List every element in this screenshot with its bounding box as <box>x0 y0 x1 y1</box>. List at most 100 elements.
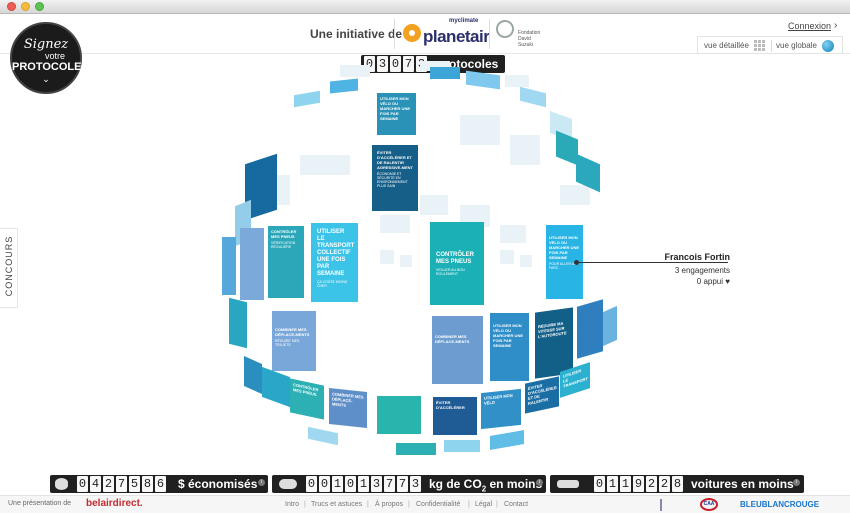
bleublancrouge-logo[interactable]: BLEUBLANCROUGE <box>740 500 819 509</box>
counter-digit: 7 <box>397 476 408 492</box>
protocol-tile[interactable]: UTILISER MON VÉLO OU MARCHER UNE FOIS PA… <box>490 313 529 381</box>
planetair-sun-icon <box>403 24 421 42</box>
planetair-wordmark: planetair <box>423 27 490 46</box>
view-divider <box>771 40 772 52</box>
tile-title: ÉVITER D'ACCÉLÉRER <box>436 400 465 410</box>
tile-subtitle: ÇA COÛTE MOINS CHER <box>317 280 348 288</box>
protocol-tile[interactable] <box>294 90 320 108</box>
cars-counter: 0 1 1 9 2 2 8 voitures en moins i <box>550 475 804 493</box>
cars-label: voitures en moins <box>691 477 794 491</box>
minimize-window-button[interactable] <box>21 2 30 11</box>
counter-digit: 7 <box>116 476 127 492</box>
protocol-tile[interactable]: COMBINER MES DÉPLACE-MENTS RÉDUIRE MES T… <box>272 311 316 371</box>
counter-digit: 1 <box>332 476 343 492</box>
tile-subtitle: VEILLER AU BON ROULEMENT <box>436 268 465 276</box>
ghost-tile <box>560 185 590 205</box>
protocol-tile[interactable]: RÉDUIRE MA VITESSE SUR L'AUTOROUTE <box>535 307 573 379</box>
ghost-tile <box>510 135 540 165</box>
callout-engagements: 3 engagements <box>674 266 730 275</box>
protocol-tile[interactable] <box>330 78 358 94</box>
partner-logo[interactable] <box>660 499 682 511</box>
protocol-tile[interactable]: ÉVITER D'ACCÉLÉRER <box>433 397 477 435</box>
ghost-tile <box>460 115 500 145</box>
counter-digit: 1 <box>620 476 631 492</box>
globe-icon[interactable] <box>822 40 834 52</box>
ghost-tile <box>300 155 350 175</box>
protocol-tile[interactable] <box>490 430 524 450</box>
tile-title: ÉVITER D'ACCÉLÉRER ET DE RALENTIR AGRESS… <box>377 150 414 170</box>
protocol-tile[interactable] <box>244 355 262 395</box>
protocol-tile[interactable] <box>396 443 436 455</box>
protocol-tile[interactable] <box>240 228 264 300</box>
ghost-tile <box>520 255 532 267</box>
counter-digit: 7 <box>384 476 395 492</box>
footer-link-trucs[interactable]: Trucs et astuces <box>311 501 362 508</box>
protocol-tile[interactable]: ÉVITER D'ACCÉLÉRER ET DE RALENTIR AGRESS… <box>372 145 418 211</box>
close-window-button[interactable] <box>7 2 16 11</box>
sign-protocol-badge[interactable]: Signez votre PROTOCOLE ⌄ <box>10 22 82 94</box>
footer-link-intro[interactable]: Intro <box>285 501 299 508</box>
tile-title: COMBINER MES DÉPLACE-MENTS <box>435 334 470 344</box>
view-detailed-link[interactable]: vue détaillée <box>704 41 749 50</box>
footer-link-confidentialite[interactable]: Confidentialité <box>416 501 460 508</box>
protocol-tile[interactable] <box>577 299 603 359</box>
protocol-tile[interactable] <box>229 297 247 349</box>
header-divider <box>394 19 395 49</box>
protocol-globe[interactable]: UTILISER MON VÉLO OU MARCHER UNE FOIS PA… <box>0 55 850 473</box>
protocol-tile[interactable] <box>222 237 236 295</box>
concours-tab[interactable]: CONCOURS <box>0 228 18 308</box>
grid-icon[interactable] <box>754 40 765 51</box>
protocol-tile[interactable] <box>466 70 500 90</box>
info-icon[interactable]: i <box>536 479 543 486</box>
co2-label: kg de CO2 en moins <box>429 477 542 493</box>
ghost-tile <box>420 195 448 215</box>
connexion-link[interactable]: Connexion <box>788 21 831 31</box>
protocol-tile[interactable]: UTILISER MON VÉLO <box>481 388 521 430</box>
header-divider <box>489 19 490 49</box>
ghost-tile <box>400 255 412 267</box>
protocol-tile[interactable]: COMBINER MES DÉPLACE-MENTS <box>432 316 483 384</box>
suzuki-foundation-logo[interactable]: Fondation David Suzuki <box>496 20 556 50</box>
protocol-tile[interactable] <box>308 426 338 446</box>
protocol-tile[interactable] <box>556 130 578 166</box>
protocol-tile[interactable]: ÉVITER D'ACCÉLÉRER ET DE RALENTIR <box>525 376 559 414</box>
protocol-tile[interactable] <box>603 305 617 347</box>
tile-subtitle: RÉDUIRE MES TRAJETS <box>275 339 300 347</box>
counter-digit: 0 <box>345 476 356 492</box>
callout-line <box>576 262 728 263</box>
protocol-tile[interactable] <box>377 396 421 434</box>
footer-link-contact[interactable]: Contact <box>504 501 528 508</box>
ghost-tile <box>500 225 526 243</box>
tile-title: UTILISER MON VÉLO OU MARCHER UNE FOIS PA… <box>549 235 579 260</box>
counter-digit: 6 <box>155 476 166 492</box>
footer-separator: | <box>468 501 470 508</box>
info-icon[interactable]: i <box>258 479 265 486</box>
protocol-tile[interactable] <box>520 86 546 108</box>
protocol-tile[interactable]: UTILISER MON VÉLO OU MARCHER UNE FOIS PA… <box>377 93 416 135</box>
info-icon[interactable]: i <box>793 479 800 486</box>
counter-digit: 5 <box>129 476 140 492</box>
protocol-tile[interactable]: CONTRÔLER MES PNEUS VEILLER AU BON ROULE… <box>430 222 484 305</box>
caa-logo[interactable]: CAA <box>700 498 718 511</box>
protocol-tile[interactable]: COMBINER MES DÉPLACE-MENTS <box>329 388 367 428</box>
counter-digit: 4 <box>90 476 101 492</box>
protocol-tile[interactable]: CONTRÔLER MES PNEUS <box>290 378 324 420</box>
tile-subtitle: VÉRIFICATION RÉGULIÈRE <box>271 241 296 249</box>
protocol-tile[interactable]: CONTRÔLER MES PNEUS VÉRIFICATION RÉGULIÈ… <box>268 226 304 298</box>
protocol-tile[interactable]: UTILISER LE TRANSPORT COLLECTIF UNE FOIS… <box>311 223 358 302</box>
money-saved-counter: 0 4 2 7 5 8 6 $ économisés i <box>50 475 268 493</box>
protocol-tile[interactable] <box>430 67 460 79</box>
callout-user-name[interactable]: Francois Fortin <box>640 252 730 262</box>
tile-title: UTILISER MON VÉLO <box>484 392 513 406</box>
belairdirect-logo[interactable]: belairdirect. <box>86 498 143 509</box>
view-global-link[interactable]: vue globale <box>776 41 817 50</box>
protocol-tile[interactable] <box>262 366 290 408</box>
footer-link-legal[interactable]: Légal <box>475 501 492 508</box>
footer-separator: | <box>496 501 498 508</box>
protocol-tile[interactable] <box>444 440 480 452</box>
footer-link-apropos[interactable]: À propos <box>375 501 403 508</box>
planetair-logo[interactable]: planetair myclimate <box>403 18 490 48</box>
counter-digit: 2 <box>646 476 657 492</box>
zoom-window-button[interactable] <box>35 2 44 11</box>
tile-title: RÉDUIRE MA VITESSE SUR L'AUTOROUTE <box>538 320 567 340</box>
